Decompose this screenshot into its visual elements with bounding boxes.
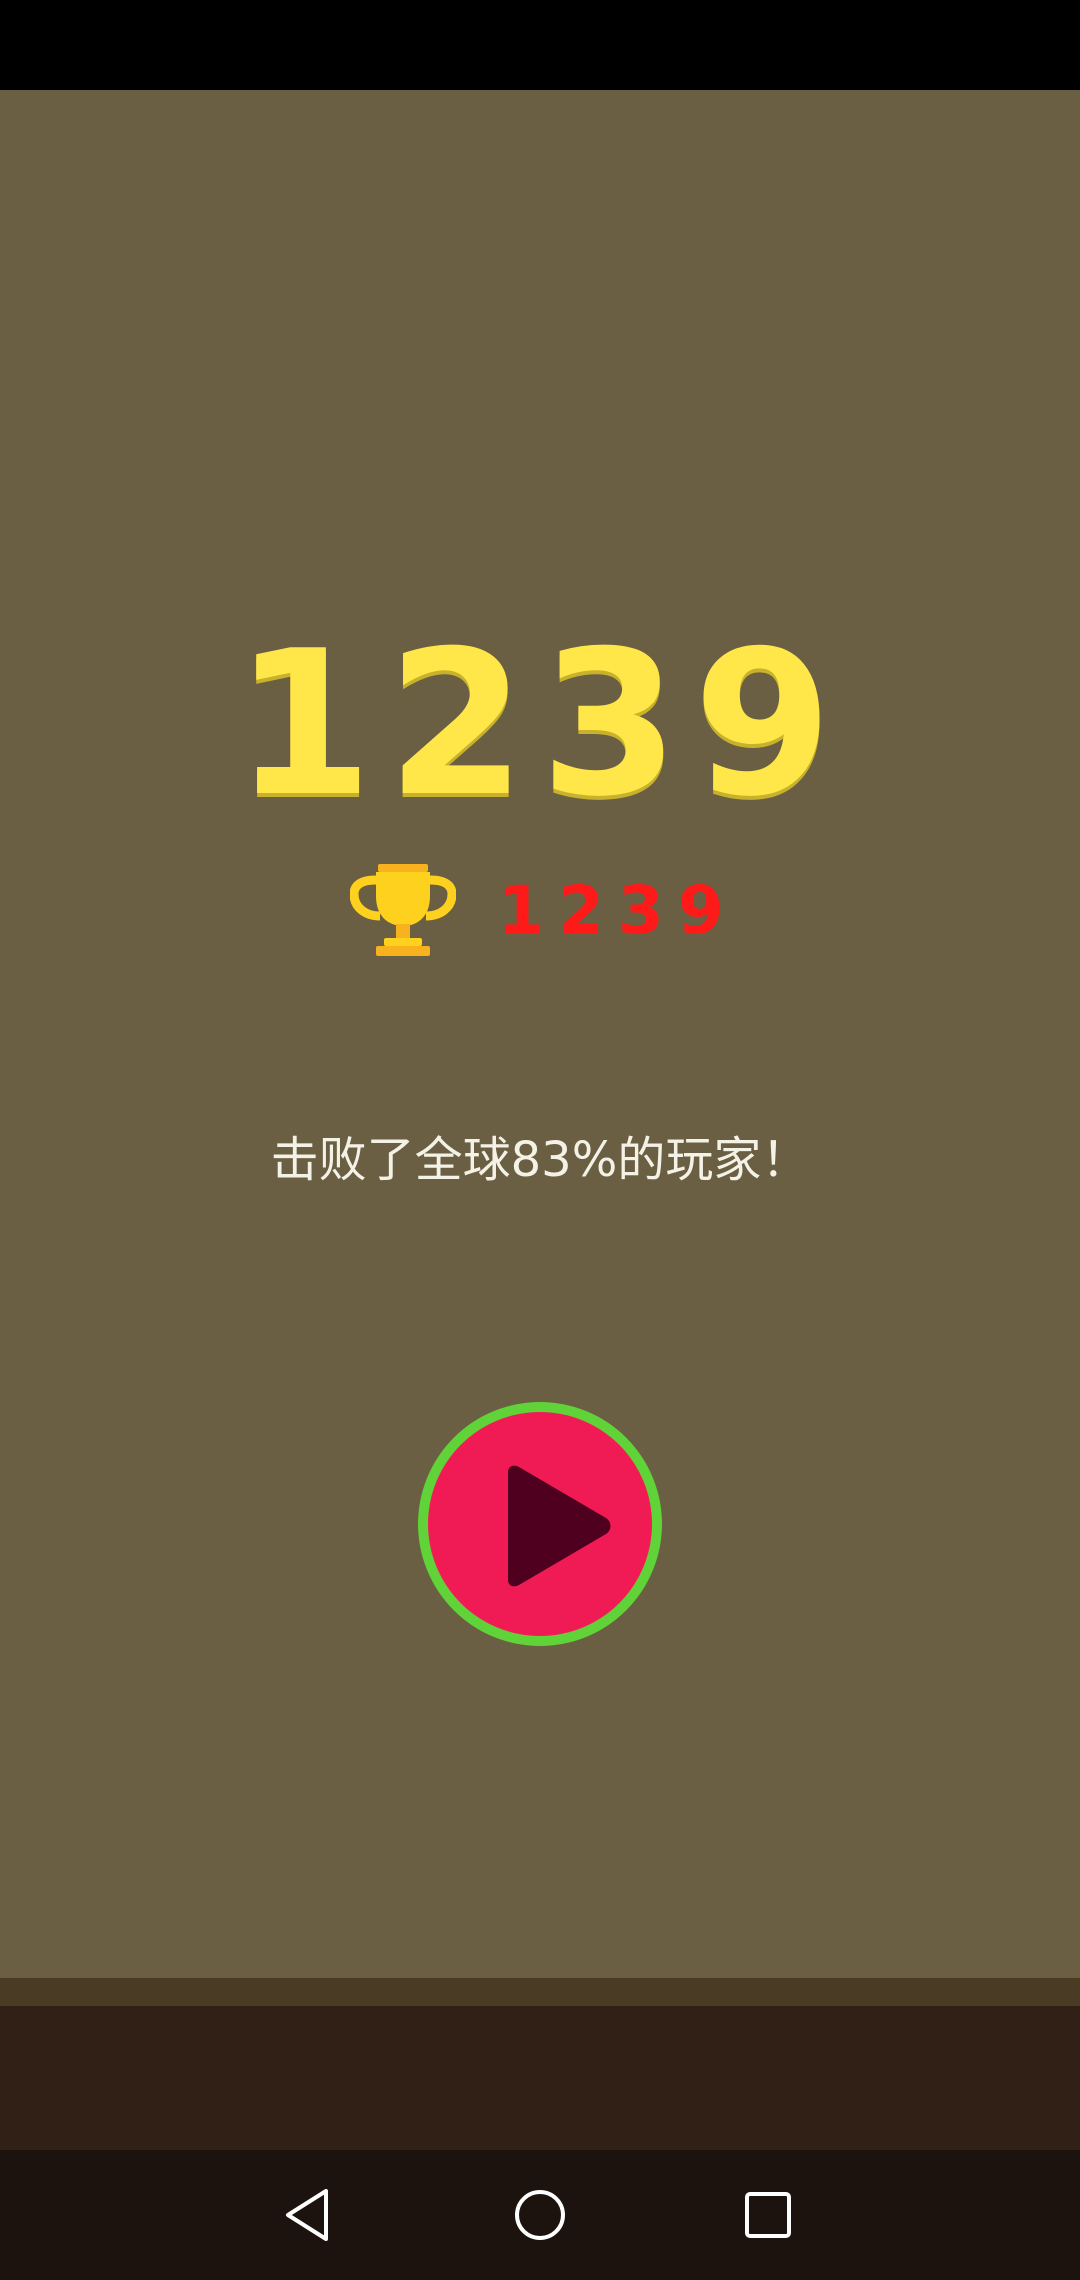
nav-recents-button[interactable] [728,2175,808,2255]
play-again-button[interactable] [418,1402,662,1646]
triangle-back-icon [286,2189,328,2241]
best-score: 1239 [498,871,738,949]
play-button-face [428,1412,652,1636]
ground-edge [0,1978,1080,2006]
square-recents-icon [745,2192,791,2238]
nav-home-button[interactable] [500,2175,580,2255]
current-score: 1239 [233,608,847,841]
best-score-row: 1239 [350,860,738,960]
play-icon [508,1465,611,1587]
circle-home-icon [515,2190,565,2240]
trophy-icon [350,864,456,956]
nav-back-button[interactable] [268,2175,348,2255]
defeat-percentage-message: 击败了全球83%的玩家！ [270,1132,810,1188]
status-bar [0,0,1080,90]
ground [0,2006,1080,2150]
game-over-screen [0,90,1080,1978]
